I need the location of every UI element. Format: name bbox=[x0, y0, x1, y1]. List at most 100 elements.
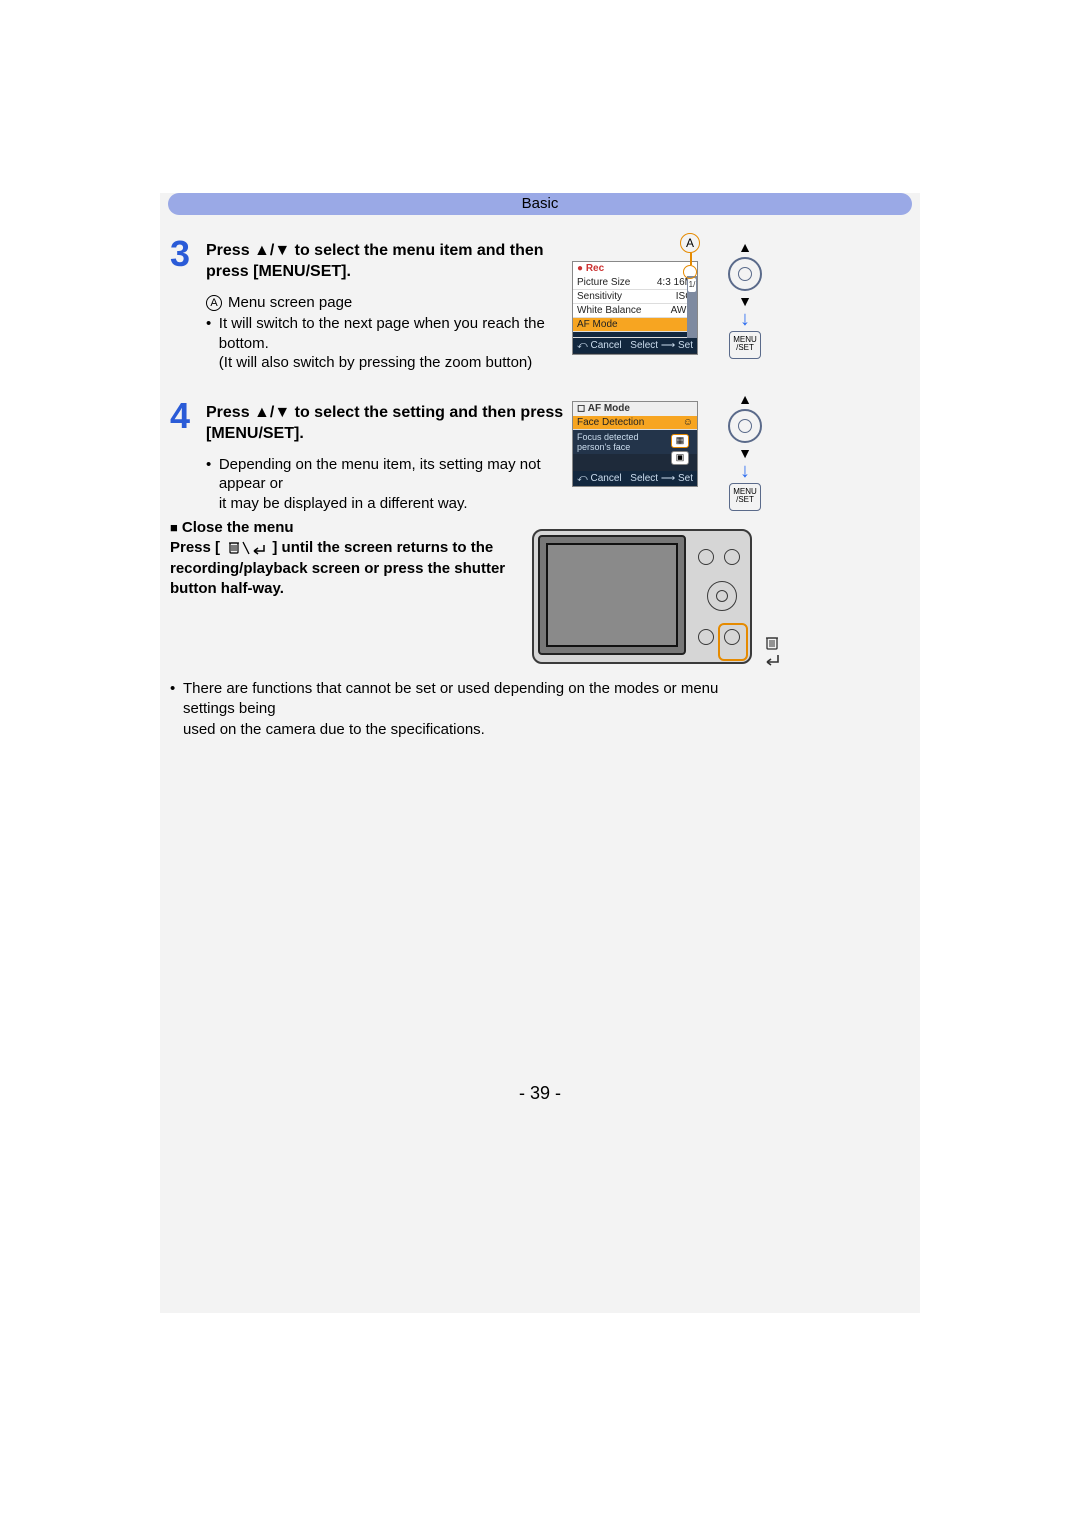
note-bullet: • There are functions that cannot be set… bbox=[170, 679, 770, 740]
page-background: Basic 3 Press ▲/▼ to select the menu ite… bbox=[160, 193, 920, 1313]
menu1-header: ● Rec bbox=[573, 262, 697, 276]
up-down-arrows-icon: ▲/▼ bbox=[254, 404, 290, 421]
circled-a-icon: A bbox=[206, 295, 222, 311]
step-4-title: Press ▲/▼ to select the setting and then… bbox=[206, 403, 576, 445]
bullet-dot: • bbox=[206, 455, 219, 514]
step-3-title-a: Press bbox=[206, 242, 254, 259]
step-3-number: 3 bbox=[170, 233, 190, 275]
navpad-diagram-2: ▲ ▼ ↓ MENU/SET bbox=[718, 391, 772, 513]
step-3-details: A Menu screen page • It will switch to th… bbox=[206, 293, 566, 373]
step-3-bullet: • It will switch to the next page when y… bbox=[206, 314, 566, 373]
menu2-row-selected: Face Detection ☺ bbox=[573, 416, 697, 430]
callout-a-line bbox=[690, 253, 692, 265]
page-number: - 39 - bbox=[160, 1083, 920, 1104]
menu2-footer: ⤺ CancelSelect ⟶ Set bbox=[573, 471, 697, 486]
menu-set-button-icon: MENU/SET bbox=[729, 483, 761, 511]
nav-up-icon: ▲ bbox=[718, 391, 772, 407]
step-4-body: Press ▲/▼ to select the setting and then… bbox=[206, 403, 576, 513]
arrow-down-blue-icon: ↓ bbox=[718, 461, 772, 481]
menu2-sub1: Face Detection bbox=[577, 417, 644, 428]
camera-button-top1 bbox=[698, 549, 714, 565]
note-line1: There are functions that cannot be set o… bbox=[183, 680, 718, 717]
face-detect-icon: ☺ bbox=[683, 417, 693, 428]
section-header-bar: Basic bbox=[168, 193, 912, 215]
menu-screenshot-afmode: ◻ AF Mode Face Detection ☺ Focus detected… bbox=[572, 401, 698, 487]
nav-ring-icon bbox=[728, 257, 762, 291]
menu1-row-0: Picture Size4:3 16M bbox=[573, 276, 697, 290]
square-bullet-icon: ■ bbox=[170, 520, 178, 535]
step-4-number: 4 bbox=[170, 395, 190, 437]
menu1-row-3-selected: AF Mode□ bbox=[573, 318, 697, 332]
menu2-header-text: AF Mode bbox=[588, 403, 630, 414]
section-header-title: Basic bbox=[522, 195, 559, 212]
camera-lcd-screen bbox=[538, 535, 686, 655]
menu1-scroll-thumb: 1/ bbox=[688, 278, 696, 292]
step-4-bullet-text: Depending on the menu item, its setting … bbox=[219, 455, 576, 514]
menu2-footer-right: Select ⟶ Set bbox=[630, 473, 693, 484]
return-icon bbox=[762, 653, 782, 670]
menu1-row-1: SensitivityISO bbox=[573, 290, 697, 304]
annotation-a-text: Menu screen page bbox=[228, 294, 352, 311]
up-down-arrows-icon: ▲/▼ bbox=[254, 242, 290, 259]
step-4-details: • Depending on the menu item, its settin… bbox=[206, 455, 576, 514]
nav-down-icon: ▼ bbox=[718, 445, 772, 461]
camera-lcd-inner bbox=[546, 543, 678, 647]
close-line3: button half-way. bbox=[170, 579, 530, 599]
menu2-option-icons: ▦ ▣ bbox=[671, 434, 693, 465]
menuset-l2: /SET bbox=[736, 495, 754, 504]
option-spot-af-icon: ▣ bbox=[671, 451, 689, 465]
menu1-row0-label: Picture Size bbox=[577, 277, 630, 288]
callout-a-circle: A bbox=[680, 233, 700, 253]
bullet-dot: • bbox=[206, 314, 219, 373]
camera-button-top2 bbox=[724, 549, 740, 565]
menu1-footer-right: Select ⟶ Set bbox=[630, 340, 693, 351]
bullet-dot: • bbox=[170, 679, 183, 740]
nav-ring-icon bbox=[728, 409, 762, 443]
camera-dpad-center bbox=[716, 590, 728, 602]
close-line1-a: Press [ bbox=[170, 539, 220, 556]
menu1-row1-label: Sensitivity bbox=[577, 291, 622, 302]
menu-set-button-icon: MENU/SET bbox=[729, 331, 761, 359]
menu-screenshot-rec: ● Rec Picture Size4:3 16M SensitivityISO… bbox=[572, 261, 698, 355]
step-3-body: Press ▲/▼ to select the menu item and th… bbox=[206, 241, 566, 373]
camera-button-bot1 bbox=[698, 629, 714, 645]
menu1-row2-label: White Balance bbox=[577, 305, 641, 316]
menu1-page-indicator: 1/ bbox=[688, 278, 696, 292]
close-heading-text: Close the menu bbox=[182, 519, 294, 536]
close-line1: Press [ ] until the screen returns to th… bbox=[170, 538, 530, 558]
step-3-bullet-line1: It will switch to the next page when you… bbox=[219, 315, 545, 352]
camera-highlight-box bbox=[718, 623, 748, 661]
annotation-a-line: A Menu screen page bbox=[206, 293, 566, 313]
step-3-bullet-line2: (It will also switch by pressing the zoo… bbox=[219, 354, 532, 371]
step-4-bullet: • Depending on the menu item, its settin… bbox=[206, 455, 576, 514]
close-line2: recording/playback screen or press the s… bbox=[170, 559, 530, 579]
menu1-row3-label: AF Mode bbox=[577, 319, 618, 330]
arrow-down-blue-icon: ↓ bbox=[718, 309, 772, 329]
navpad-diagram-1: ▲ ▼ ↓ MENU/SET bbox=[718, 239, 772, 361]
nav-up-icon: ▲ bbox=[718, 239, 772, 255]
menu2-desc-l1: Focus detected bbox=[577, 432, 639, 442]
nav-ring-inner bbox=[738, 419, 752, 433]
nav-down-icon: ▼ bbox=[718, 293, 772, 309]
nav-ring-inner bbox=[738, 267, 752, 281]
menu1-scrollbar: 1/ bbox=[687, 276, 697, 338]
step-4-bullet-line2: it may be displayed in a different way. bbox=[219, 495, 468, 512]
note-text: There are functions that cannot be set o… bbox=[183, 679, 770, 740]
menu2-header: ◻ AF Mode bbox=[573, 402, 697, 416]
trash-return-icon bbox=[224, 538, 268, 558]
step-3-bullet-text: It will switch to the next page when you… bbox=[219, 314, 566, 373]
menu2-desc-l2: person's face bbox=[577, 442, 630, 452]
step-3-title: Press ▲/▼ to select the menu item and th… bbox=[206, 241, 566, 283]
close-line1-b: ] until the screen returns to the bbox=[272, 539, 493, 556]
note-line2: used on the camera due to the specificat… bbox=[183, 721, 485, 738]
option-multi-af-icon: ▦ bbox=[671, 434, 689, 448]
menu1-header-text: Rec bbox=[586, 263, 604, 274]
menu1-footer-left: Cancel bbox=[590, 340, 621, 351]
close-heading: ■ Close the menu bbox=[170, 518, 530, 538]
step-4-title-a: Press bbox=[206, 404, 254, 421]
step-4-bullet-line1: Depending on the menu item, its setting … bbox=[219, 456, 541, 493]
menu2-footer-left: Cancel bbox=[590, 473, 621, 484]
camera-body-diagram bbox=[532, 529, 752, 664]
menu1-row-2: White BalanceAWB bbox=[573, 304, 697, 318]
callout-a-target bbox=[683, 265, 697, 279]
